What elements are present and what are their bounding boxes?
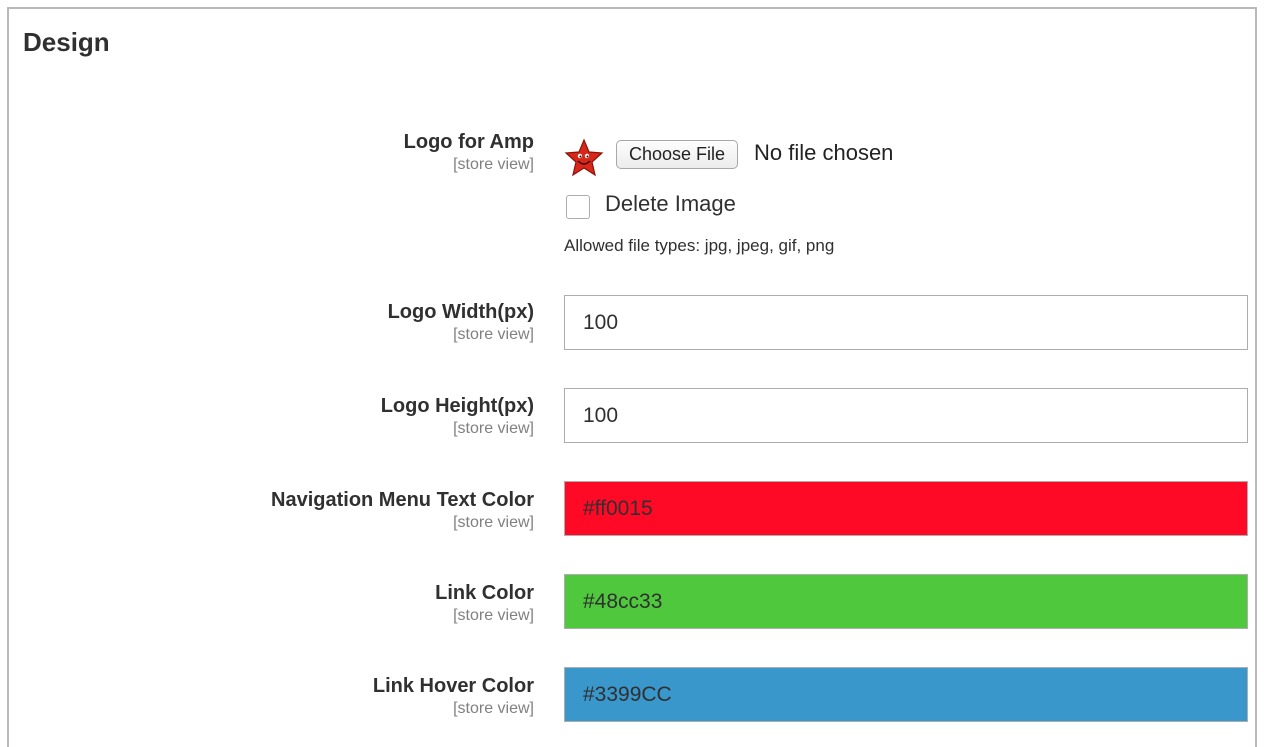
logo-scope: [store view] <box>453 156 534 173</box>
nav-text-color-input[interactable] <box>564 481 1248 536</box>
delete-image-label[interactable]: Delete Image <box>605 191 736 217</box>
allowed-file-types-note: Allowed file types: jpg, jpeg, gif, png <box>564 236 835 255</box>
logo-height-label-group: Logo Height(px) [store view] <box>54 393 534 439</box>
choose-file-button[interactable]: Choose File <box>616 140 739 169</box>
logo-height-scope: [store view] <box>453 420 534 437</box>
logo-width-scope: [store view] <box>453 326 534 343</box>
section-title: Design <box>23 27 110 57</box>
logo-width-input[interactable] <box>564 295 1248 350</box>
link-hover-color-input[interactable] <box>564 667 1248 722</box>
nav-text-color-scope: [store view] <box>453 514 534 531</box>
nav-text-color-label-group: Navigation Menu Text Color [store view] <box>54 487 534 533</box>
link-color-label: Link Color <box>435 582 534 604</box>
link-hover-color-label-group: Link Hover Color [store view] <box>54 673 534 719</box>
logo-height-label: Logo Height(px) <box>380 395 534 417</box>
link-hover-color-scope: [store view] <box>453 700 534 717</box>
logo-width-label-group: Logo Width(px) [store view] <box>54 299 534 345</box>
link-color-scope: [store view] <box>453 607 534 624</box>
logo-label-group: Logo for Amp [store view] <box>54 129 534 175</box>
logo-height-input[interactable] <box>564 388 1248 443</box>
logo-width-label: Logo Width(px) <box>387 301 534 323</box>
no-file-chosen-text: No file chosen <box>754 140 894 165</box>
link-color-input[interactable] <box>564 574 1248 629</box>
nav-text-color-label: Navigation Menu Text Color <box>271 489 534 511</box>
red-star-logo-icon[interactable] <box>564 138 604 178</box>
link-color-label-group: Link Color [store view] <box>54 580 534 626</box>
design-panel: Design Logo for Amp [store view] Choose … <box>7 7 1257 747</box>
logo-label: Logo for Amp <box>403 131 534 153</box>
delete-image-checkbox[interactable] <box>566 195 590 219</box>
link-hover-color-label: Link Hover Color <box>372 675 534 697</box>
